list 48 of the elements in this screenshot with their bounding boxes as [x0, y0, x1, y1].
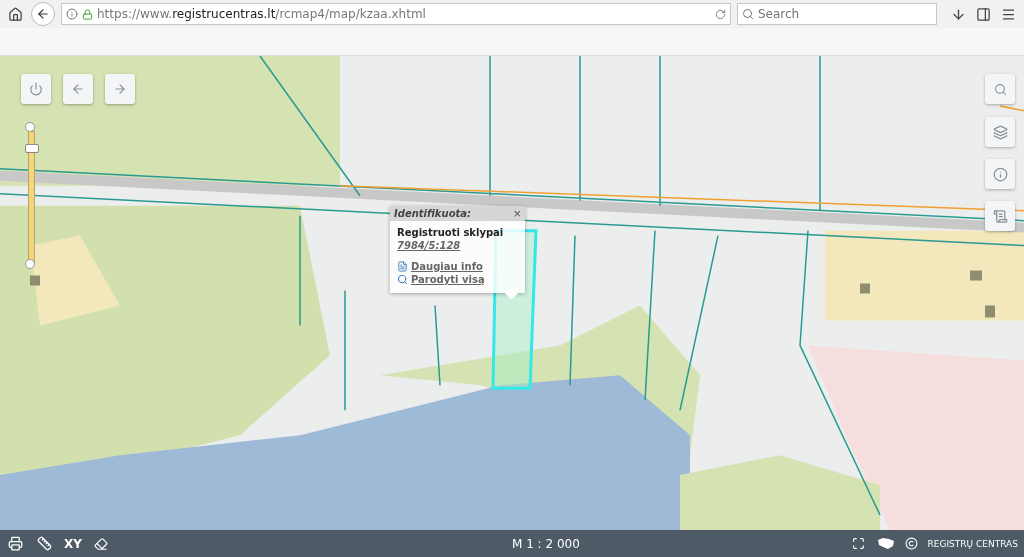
search-icon: [397, 274, 408, 285]
ruler-icon: [37, 536, 52, 551]
scroll-icon: [992, 208, 1008, 224]
brand-name: REGISTRŲ CENTRAS: [927, 538, 1018, 549]
search-field[interactable]: Search: [737, 3, 937, 25]
power-button[interactable]: [21, 74, 51, 104]
address-bar[interactable]: https://www.registrucentras.lt/rcmap4/map/kzaa.xhtml: [61, 3, 731, 25]
popup-title: Identifikuota:: [394, 208, 472, 219]
zoom-out-button[interactable]: [25, 259, 35, 269]
home-icon: [8, 6, 23, 22]
power-icon: [29, 82, 43, 96]
popup-link[interactable]: Parodyti visą: [411, 274, 485, 285]
forward-icon: [113, 82, 127, 96]
zoom-slider-thumb[interactable]: [25, 144, 39, 154]
legend-button[interactable]: [985, 201, 1015, 231]
sidebar-icon: [976, 6, 991, 22]
document-icon: [397, 261, 408, 272]
popup-heading: Registruoti sklypai: [397, 227, 505, 238]
reload-icon[interactable]: [715, 8, 726, 20]
forward-arrow-button[interactable]: [105, 74, 135, 104]
country-map-icon: [876, 537, 895, 550]
back-button[interactable]: [31, 2, 55, 26]
info-button[interactable]: [985, 159, 1015, 189]
ruler-button[interactable]: [35, 534, 54, 553]
print-button[interactable]: [6, 534, 25, 553]
search-button[interactable]: [985, 74, 1015, 104]
layers-icon: [992, 124, 1008, 140]
lock-icon: [82, 8, 93, 20]
fullscreen-icon: [851, 537, 865, 550]
popup-link[interactable]: Daugiau info: [411, 261, 483, 272]
search-icon: [742, 8, 754, 20]
eraser-icon: [93, 536, 108, 551]
close-button[interactable]: ×: [513, 207, 521, 220]
back-icon: [36, 7, 50, 21]
back-icon: [71, 82, 85, 96]
info-icon: [992, 166, 1008, 182]
url-text: https://www.registrucentras.lt/rcmap4/map/kzaa.xhtml: [97, 7, 427, 21]
copyright-icon: [904, 537, 918, 550]
back-arrow-button[interactable]: [63, 74, 93, 104]
parcel-link[interactable]: 7984/5:128: [397, 240, 518, 251]
download-icon: [951, 6, 966, 22]
info-icon: [66, 8, 78, 20]
layers-button[interactable]: [985, 117, 1015, 147]
menu-icon: [1001, 6, 1016, 22]
map-scale: M 1 : 2 000: [512, 536, 580, 551]
search-icon: [993, 82, 1007, 96]
printer-icon: [8, 536, 23, 551]
xy-button[interactable]: XY: [64, 536, 82, 551]
